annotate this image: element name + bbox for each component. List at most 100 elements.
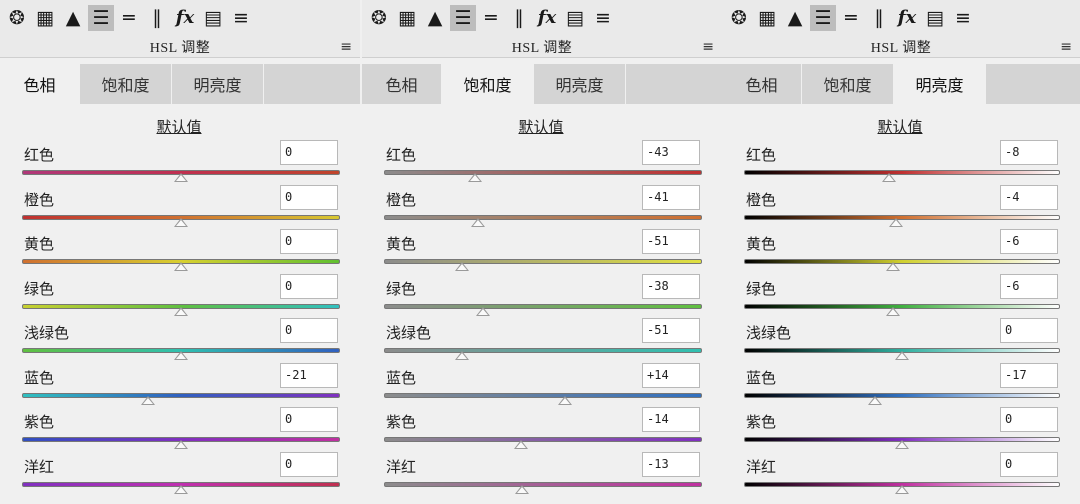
- slider-track[interactable]: [744, 392, 1060, 398]
- lens-icon[interactable]: ∥: [506, 5, 532, 31]
- fx-icon[interactable]: fx: [172, 5, 198, 31]
- grid-icon[interactable]: ▦: [394, 5, 420, 31]
- tab-saturation[interactable]: 饱和度: [80, 64, 172, 104]
- slider-thumb[interactable]: [470, 217, 485, 227]
- slider-value-field[interactable]: 0: [1000, 318, 1058, 343]
- hsl-curves-icon[interactable]: ☰: [88, 5, 114, 31]
- slider-track[interactable]: [22, 392, 340, 398]
- slider-thumb[interactable]: [174, 306, 188, 316]
- slider-thumb[interactable]: [895, 440, 909, 449]
- slider-value-field[interactable]: -14: [642, 407, 700, 432]
- aperture-icon[interactable]: ❂: [726, 5, 752, 31]
- slider-track[interactable]: [744, 259, 1060, 264]
- defaults-link[interactable]: 默认值: [740, 116, 1060, 138]
- defaults-link[interactable]: 默认值: [380, 116, 702, 138]
- slider-track[interactable]: [384, 437, 702, 442]
- mountain-icon[interactable]: ▲: [422, 5, 448, 31]
- split-toning-icon[interactable]: ═: [478, 5, 504, 31]
- slider-value-field[interactable]: -51: [642, 318, 700, 343]
- slider-thumb[interactable]: [882, 173, 897, 182]
- slider-thumb[interactable]: [454, 262, 469, 271]
- slider-value-field[interactable]: 0: [1000, 451, 1058, 477]
- menu-icon[interactable]: ≡: [340, 39, 352, 55]
- slider-track[interactable]: [384, 348, 702, 353]
- slider-value-field[interactable]: -17: [1000, 362, 1058, 388]
- slider-value-field[interactable]: 0: [280, 451, 338, 477]
- slider-thumb[interactable]: [467, 173, 482, 182]
- slider-value-field[interactable]: -43: [642, 140, 700, 165]
- slider-thumb[interactable]: [174, 262, 188, 271]
- slider-thumb[interactable]: [895, 351, 909, 360]
- camera-calibration-icon[interactable]: ▤: [562, 5, 588, 31]
- slider-track[interactable]: [384, 214, 702, 220]
- slider-value-field[interactable]: 0: [280, 140, 338, 165]
- slider-thumb[interactable]: [885, 262, 900, 271]
- slider-thumb[interactable]: [895, 484, 909, 494]
- slider-thumb[interactable]: [174, 351, 188, 360]
- slider-track[interactable]: [744, 303, 1060, 309]
- slider-value-field[interactable]: 0: [1000, 407, 1058, 432]
- tab-luminance[interactable]: 明亮度: [894, 64, 986, 104]
- slider-value-field[interactable]: -8: [1000, 140, 1058, 165]
- slider-value-field[interactable]: +14: [642, 362, 700, 388]
- defaults-link[interactable]: 默认值: [18, 116, 340, 138]
- slider-value-field[interactable]: -38: [642, 273, 700, 299]
- slider-value-field[interactable]: 0: [280, 229, 338, 254]
- grid-icon[interactable]: ▦: [32, 5, 58, 31]
- slider-thumb[interactable]: [515, 484, 530, 494]
- lens-icon[interactable]: ∥: [144, 5, 170, 31]
- slider-thumb[interactable]: [868, 395, 883, 405]
- fx-icon[interactable]: fx: [534, 5, 560, 31]
- camera-calibration-icon[interactable]: ▤: [200, 5, 226, 31]
- slider-thumb[interactable]: [513, 440, 528, 449]
- slider-thumb[interactable]: [140, 395, 155, 405]
- slider-track[interactable]: [744, 170, 1060, 175]
- slider-track[interactable]: [384, 303, 702, 309]
- slider-thumb[interactable]: [475, 306, 490, 316]
- menu-icon[interactable]: ≡: [1060, 39, 1072, 55]
- slider-thumb[interactable]: [174, 440, 188, 449]
- hsl-curves-icon[interactable]: ☰: [810, 5, 836, 31]
- slider-thumb[interactable]: [174, 217, 188, 227]
- split-toning-icon[interactable]: ═: [116, 5, 142, 31]
- split-toning-icon[interactable]: ═: [838, 5, 864, 31]
- slider-value-field[interactable]: 0: [280, 318, 338, 343]
- mountain-icon[interactable]: ▲: [782, 5, 808, 31]
- slider-track[interactable]: [384, 259, 702, 264]
- slider-value-field[interactable]: 0: [280, 407, 338, 432]
- aperture-icon[interactable]: ❂: [366, 5, 392, 31]
- slider-value-field[interactable]: -21: [280, 362, 338, 388]
- tab-saturation[interactable]: 饱和度: [442, 64, 534, 104]
- slider-thumb[interactable]: [454, 351, 469, 360]
- slider-value-field[interactable]: -41: [642, 184, 700, 210]
- presets-sliders-icon[interactable]: ≡: [228, 5, 254, 31]
- aperture-icon[interactable]: ❂: [4, 5, 30, 31]
- tab-hue[interactable]: 色相: [0, 64, 80, 104]
- presets-sliders-icon[interactable]: ≡: [590, 5, 616, 31]
- slider-track[interactable]: [384, 170, 702, 175]
- tab-hue[interactable]: 色相: [722, 64, 802, 104]
- slider-value-field[interactable]: 0: [280, 273, 338, 299]
- hsl-curves-icon[interactable]: ☰: [450, 5, 476, 31]
- slider-value-field[interactable]: 0: [280, 184, 338, 210]
- tab-hue[interactable]: 色相: [362, 64, 442, 104]
- slider-value-field[interactable]: -13: [642, 451, 700, 477]
- slider-thumb[interactable]: [174, 484, 188, 494]
- lens-icon[interactable]: ∥: [866, 5, 892, 31]
- tab-luminance[interactable]: 明亮度: [534, 64, 626, 104]
- slider-value-field[interactable]: -6: [1000, 229, 1058, 254]
- menu-icon[interactable]: ≡: [702, 39, 714, 55]
- slider-track[interactable]: [384, 481, 702, 487]
- slider-value-field[interactable]: -4: [1000, 184, 1058, 210]
- slider-thumb[interactable]: [174, 173, 188, 182]
- grid-icon[interactable]: ▦: [754, 5, 780, 31]
- presets-sliders-icon[interactable]: ≡: [950, 5, 976, 31]
- camera-calibration-icon[interactable]: ▤: [922, 5, 948, 31]
- tab-saturation[interactable]: 饱和度: [802, 64, 894, 104]
- fx-icon[interactable]: fx: [894, 5, 920, 31]
- slider-value-field[interactable]: -6: [1000, 273, 1058, 299]
- slider-thumb[interactable]: [885, 306, 900, 316]
- slider-value-field[interactable]: -51: [642, 229, 700, 254]
- slider-thumb[interactable]: [558, 395, 573, 405]
- slider-track[interactable]: [384, 392, 702, 398]
